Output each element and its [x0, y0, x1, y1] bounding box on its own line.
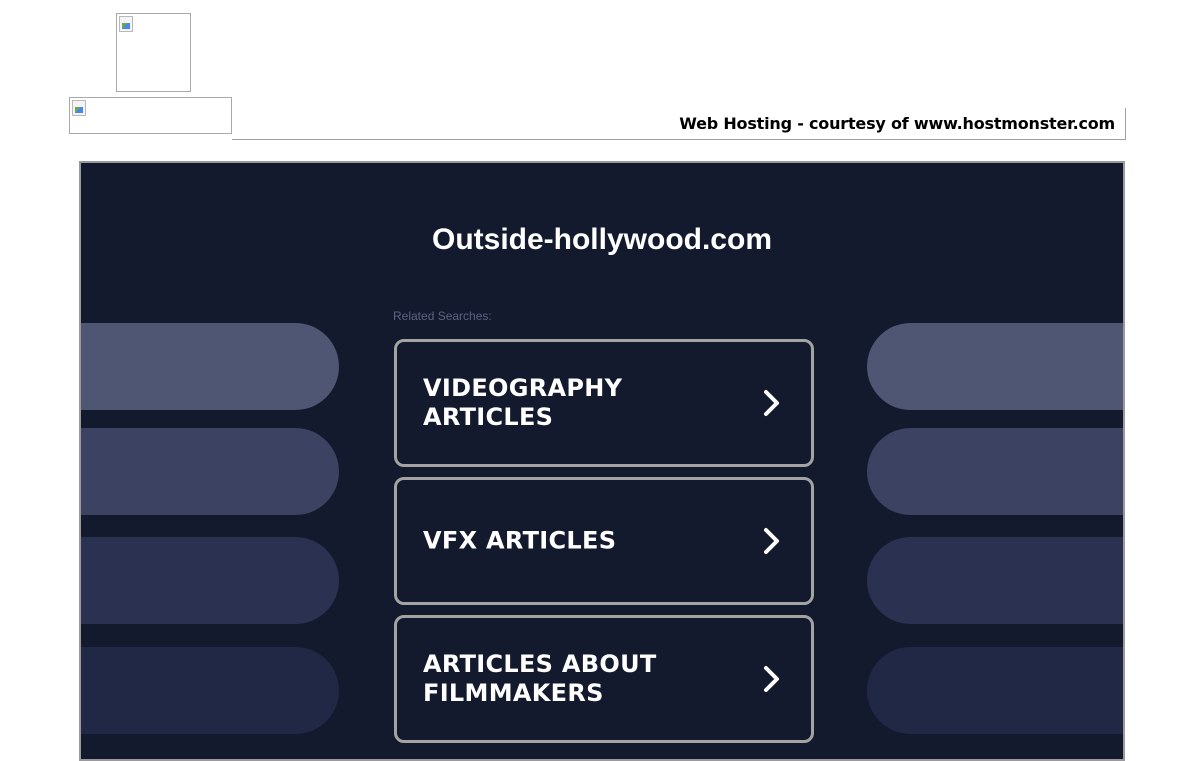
decorative-pill — [867, 323, 1123, 410]
broken-image-banner — [69, 97, 232, 134]
related-search-link-videography[interactable]: VIDEOGRAPHY ARTICLES — [394, 339, 814, 467]
decorative-pill — [81, 428, 339, 515]
broken-image-top — [116, 13, 191, 92]
broken-image-icon — [72, 100, 86, 116]
decorative-pill — [81, 323, 339, 410]
related-search-link-filmmakers[interactable]: ARTICLES ABOUT FILMMAKERS — [394, 615, 814, 743]
decorative-pill — [81, 537, 339, 624]
chevron-right-icon — [764, 666, 779, 692]
related-searches-label: Related Searches: — [393, 309, 492, 323]
related-search-label: VFX ARTICLES — [423, 526, 617, 555]
hosting-credit-link[interactable]: Web Hosting - courtesy of www.hostmonste… — [679, 114, 1115, 133]
chevron-right-icon — [764, 390, 779, 416]
hosting-credit-bar: Web Hosting - courtesy of www.hostmonste… — [232, 108, 1126, 140]
broken-image-icon — [119, 16, 133, 32]
decorative-pill — [867, 537, 1123, 624]
related-search-label: VIDEOGRAPHY ARTICLES — [423, 374, 623, 431]
decorative-pill — [867, 647, 1123, 734]
related-search-link-vfx[interactable]: VFX ARTICLES — [394, 477, 814, 605]
decorative-pill — [867, 428, 1123, 515]
site-title: Outside-hollywood.com — [431, 223, 772, 256]
chevron-right-icon — [764, 528, 779, 554]
decorative-pill — [81, 647, 339, 734]
parked-domain-frame: Outside-hollywood.com Related Searches: … — [79, 161, 1125, 761]
related-search-label: ARTICLES ABOUT FILMMAKERS — [423, 650, 657, 707]
